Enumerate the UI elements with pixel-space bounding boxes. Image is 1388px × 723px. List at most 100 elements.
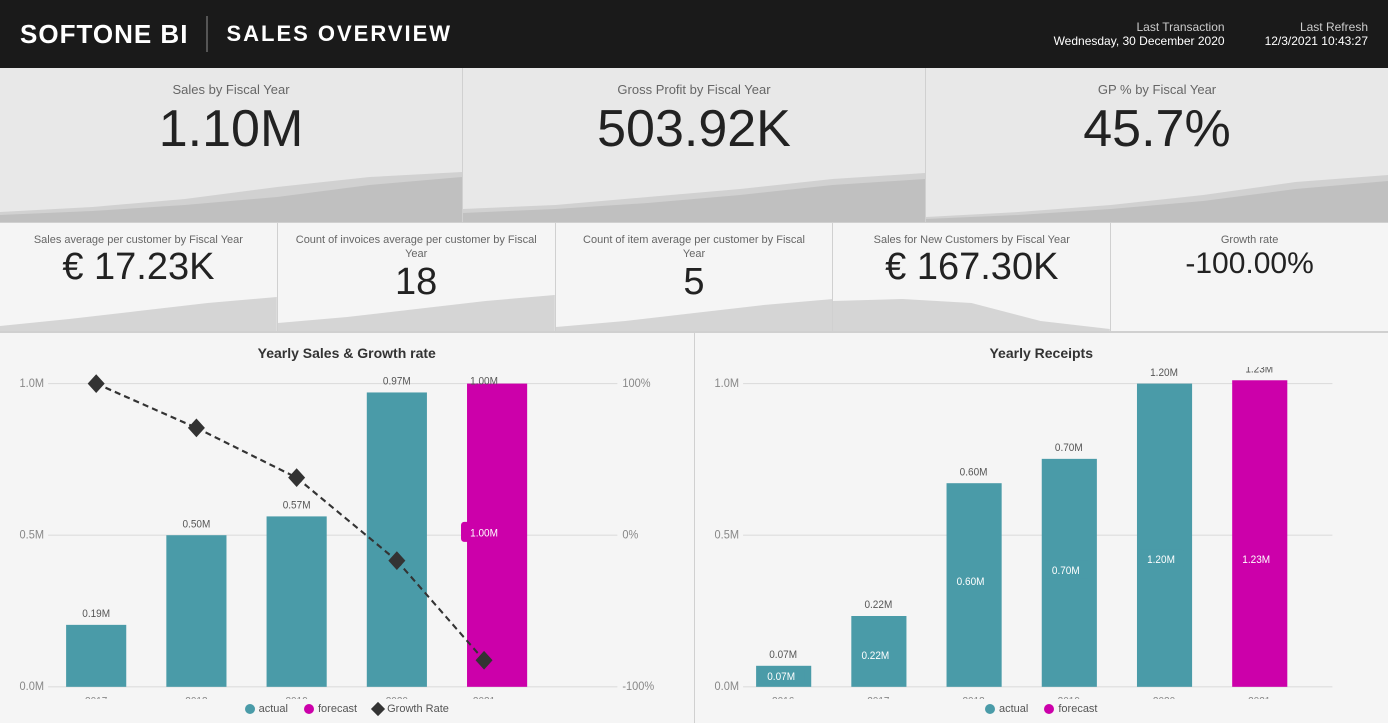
legend-actual-dot: [245, 704, 255, 714]
legend-forecast-label: forecast: [318, 703, 357, 715]
kpi-gp-sparkline: [926, 167, 1388, 222]
svg-text:0.0M: 0.0M: [714, 680, 739, 694]
kpi-sales-fiscal: Sales by Fiscal Year 1.10M: [0, 68, 463, 222]
kpi-gp-percent-value: 45.7%: [946, 101, 1368, 158]
svg-text:0.5M: 0.5M: [714, 528, 739, 542]
kpi-invoices-sparkline: [278, 291, 555, 331]
kpi-gross-profit: Gross Profit by Fiscal Year 503.92K: [463, 68, 926, 222]
header-meta: Last Transaction Wednesday, 30 December …: [1054, 20, 1368, 48]
kpi-sales-fiscal-value: 1.10M: [20, 101, 442, 158]
kpi-gp-percent: GP % by Fiscal Year 45.7%: [926, 68, 1388, 222]
chart-receipts-title: Yearly Receipts: [711, 345, 1373, 361]
last-transaction-label: Last Transaction: [1054, 20, 1225, 34]
kpi-growth-rate: Growth rate -100.00%: [1111, 223, 1388, 331]
svg-text:1.23M: 1.23M: [1242, 553, 1270, 566]
kpi-sales-fiscal-label: Sales by Fiscal Year: [20, 82, 442, 97]
receipts-legend-actual: actual: [985, 703, 1028, 715]
kpi-invoices-avg-label: Count of invoices average per customer b…: [294, 233, 539, 262]
kpi-growth-rate-value: -100.00%: [1127, 247, 1372, 280]
svg-text:2018: 2018: [962, 695, 984, 699]
chart-receipts-svg: 1.0M 0.5M 0.0M 0.07M 0.07M 2016 0.22M 0.…: [711, 367, 1373, 699]
svg-text:2019: 2019: [285, 695, 307, 699]
svg-text:2020: 2020: [386, 695, 408, 699]
kpi-row-2: Sales average per customer by Fiscal Yea…: [0, 223, 1388, 333]
last-refresh: Last Refresh 12/3/2021 10:43:27: [1265, 20, 1368, 48]
chart-sales-area: 1.0M 0.5M 0.0M 100% 0% -100% 0.19M 2017 …: [16, 367, 678, 699]
kpi-sales-avg-customer: Sales average per customer by Fiscal Yea…: [0, 223, 278, 331]
receipts-legend-actual-dot: [985, 704, 995, 714]
kpi-gp-percent-label: GP % by Fiscal Year: [946, 82, 1368, 97]
last-refresh-label: Last Refresh: [1265, 20, 1368, 34]
legend-actual-label: actual: [259, 703, 288, 715]
svg-text:0.97M: 0.97M: [383, 375, 411, 388]
svg-text:2020: 2020: [1152, 695, 1174, 699]
svg-text:0.22M: 0.22M: [864, 599, 892, 612]
svg-text:0.07M: 0.07M: [769, 649, 797, 662]
header: SOFTONE BI SALES OVERVIEW Last Transacti…: [0, 0, 1388, 68]
kpi-gross-sparkline: [463, 167, 925, 222]
charts-row: Yearly Sales & Growth rate 1.0M 0.5M 0.0…: [0, 333, 1388, 723]
svg-text:1.20M: 1.20M: [1147, 553, 1175, 566]
svg-text:100%: 100%: [622, 376, 650, 390]
kpi-gross-profit-label: Gross Profit by Fiscal Year: [483, 82, 905, 97]
chart-receipts-area: 1.0M 0.5M 0.0M 0.07M 0.07M 2016 0.22M 0.…: [711, 367, 1373, 699]
chart-sales-legend: actual forecast Growth Rate: [16, 703, 678, 715]
receipts-legend-actual-label: actual: [999, 703, 1028, 715]
chart-sales-growth: Yearly Sales & Growth rate 1.0M 0.5M 0.0…: [0, 333, 695, 723]
last-refresh-value: 12/3/2021 10:43:27: [1265, 34, 1368, 48]
svg-text:2018: 2018: [185, 695, 207, 699]
kpi-new-customers-sparkline: [833, 291, 1110, 331]
header-divider: [206, 16, 208, 52]
kpi-sales-avg-customer-label: Sales average per customer by Fiscal Yea…: [16, 233, 261, 247]
kpi-sales-avg-customer-value: € 17.23K: [16, 247, 261, 289]
kpi-gross-profit-value: 503.92K: [483, 101, 905, 158]
svg-text:2021: 2021: [1248, 695, 1270, 699]
svg-text:0.60M: 0.60M: [959, 466, 987, 479]
svg-text:0.22M: 0.22M: [861, 650, 889, 663]
legend-growth-diamond: [371, 702, 385, 716]
svg-text:1.23M: 1.23M: [1245, 367, 1273, 376]
svg-text:0.5M: 0.5M: [20, 528, 45, 542]
svg-text:0.0M: 0.0M: [20, 680, 45, 694]
svg-text:2017: 2017: [85, 695, 107, 699]
svg-text:0%: 0%: [622, 528, 638, 542]
svg-text:0.50M: 0.50M: [182, 518, 210, 531]
svg-text:1.00M: 1.00M: [470, 527, 498, 540]
kpi-items-avg-label: Count of item average per customer by Fi…: [572, 233, 817, 262]
svg-text:0.19M: 0.19M: [82, 608, 110, 621]
svg-text:0.57M: 0.57M: [283, 499, 311, 512]
kpi-growth-rate-label: Growth rate: [1127, 233, 1372, 247]
svg-text:0.60M: 0.60M: [956, 576, 984, 589]
chart-sales-title: Yearly Sales & Growth rate: [16, 345, 678, 361]
last-transaction-value: Wednesday, 30 December 2020: [1054, 34, 1225, 48]
kpi-row-1: Sales by Fiscal Year 1.10M Gross Profit …: [0, 68, 1388, 223]
kpi-new-customers-label: Sales for New Customers by Fiscal Year: [849, 233, 1094, 247]
legend-actual: actual: [245, 703, 288, 715]
legend-growth-label: Growth Rate: [387, 703, 449, 715]
kpi-new-customers: Sales for New Customers by Fiscal Year €…: [833, 223, 1111, 331]
svg-text:1.00M: 1.00M: [470, 375, 498, 388]
svg-text:2016: 2016: [772, 695, 794, 699]
last-transaction: Last Transaction Wednesday, 30 December …: [1054, 20, 1225, 48]
receipts-legend-forecast: forecast: [1044, 703, 1097, 715]
page-title: SALES OVERVIEW: [226, 21, 452, 47]
kpi-sales-sparkline: [0, 167, 462, 222]
kpi-sales-avg-sparkline: [0, 291, 277, 331]
svg-text:1.20M: 1.20M: [1150, 367, 1178, 379]
svg-text:0.70M: 0.70M: [1054, 442, 1082, 455]
chart-receipts-legend: actual forecast: [711, 703, 1373, 715]
svg-text:0.07M: 0.07M: [767, 671, 795, 684]
chart-sales-svg: 1.0M 0.5M 0.0M 100% 0% -100% 0.19M 2017 …: [16, 367, 678, 699]
svg-text:0.70M: 0.70M: [1051, 565, 1079, 578]
brand-name: SOFTONE BI: [20, 19, 188, 50]
svg-text:2019: 2019: [1057, 695, 1079, 699]
legend-growth-rate: Growth Rate: [373, 703, 449, 715]
receipts-legend-forecast-dot: [1044, 704, 1054, 714]
legend-forecast-dot: [304, 704, 314, 714]
legend-forecast: forecast: [304, 703, 357, 715]
kpi-invoices-avg: Count of invoices average per customer b…: [278, 223, 556, 331]
chart-receipts: Yearly Receipts 1.0M 0.5M 0.0M 0.07M 0.0…: [695, 333, 1388, 723]
svg-text:2021: 2021: [473, 695, 495, 699]
receipts-legend-forecast-label: forecast: [1058, 703, 1097, 715]
kpi-items-avg: Count of item average per customer by Fi…: [556, 223, 834, 331]
